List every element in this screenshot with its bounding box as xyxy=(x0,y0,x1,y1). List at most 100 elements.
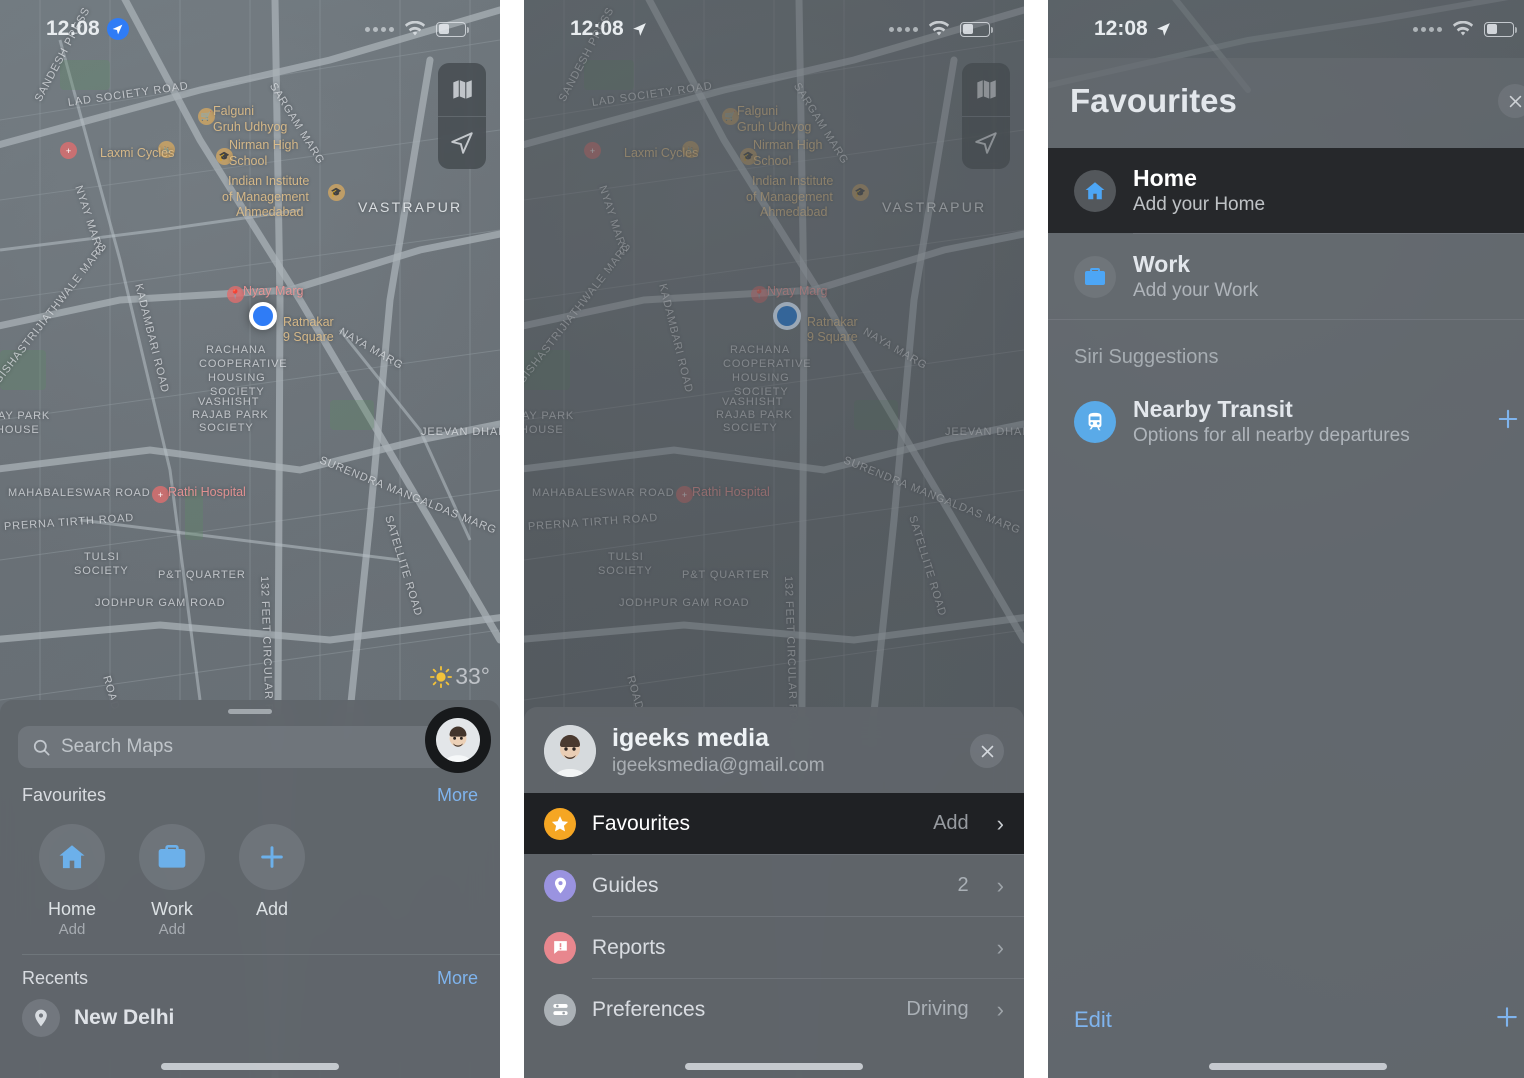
map-label: SURENDRA MANGALDAS MARG xyxy=(841,454,1023,537)
close-button[interactable] xyxy=(1498,84,1524,118)
favourites-title: Favourites xyxy=(22,785,107,805)
briefcase-icon xyxy=(1085,267,1105,285)
favourite-work-sub: Add xyxy=(158,921,186,938)
poi-marker-rathi-hospital-2: + xyxy=(676,486,693,503)
account-header: igeeks media igeeksmedia@gmail.com xyxy=(524,707,1024,793)
account-row-favourites[interactable]: Favourites Add › xyxy=(524,793,1024,854)
clock: 12:08 xyxy=(46,17,100,40)
poi-marker-shop[interactable]: 🛒 xyxy=(198,108,215,125)
account-row-reports[interactable]: Reports › xyxy=(524,917,1024,978)
poi-marker-nyay-marg[interactable]: 📍 xyxy=(227,286,244,303)
map-label: HOUSING xyxy=(732,372,790,384)
sheet-grabber[interactable] xyxy=(228,709,272,714)
guides-pin-icon xyxy=(544,869,576,902)
map-label: SATELLITE ROAD xyxy=(906,514,949,618)
map-label: VASHISHT xyxy=(722,396,784,408)
map-layers-button[interactable] xyxy=(438,63,486,116)
chevron-right-icon: › xyxy=(996,996,1004,1022)
user-location-dot xyxy=(249,302,277,330)
search-icon xyxy=(33,739,50,755)
map-label: School xyxy=(753,154,792,168)
map-label: JODHPUR GAM ROAD xyxy=(619,597,750,609)
recents-section-header: Recents More xyxy=(0,955,500,989)
favourite-add[interactable]: Add xyxy=(222,824,322,938)
status-right-3 xyxy=(1413,20,1517,38)
chevron-right-icon: › xyxy=(996,810,1004,836)
favourites-section-header: Favourites More xyxy=(0,768,500,806)
map-label: AY PARK xyxy=(524,410,575,422)
favourite-work[interactable]: Work Add xyxy=(122,824,222,938)
briefcase-icon xyxy=(158,845,186,868)
poi-marker-hospital-left[interactable]: + xyxy=(60,142,77,159)
map-label: of Management xyxy=(746,190,833,204)
locate-me-button-2 xyxy=(962,116,1010,169)
user-location-dot-2 xyxy=(773,302,801,330)
weather-badge[interactable]: 33° xyxy=(430,663,490,690)
poi-marker-institute-2: 🎓 xyxy=(852,184,869,201)
recents-more-button[interactable]: More xyxy=(437,968,478,989)
account-name: igeeks media xyxy=(612,724,770,753)
map-label: VASTRAPUR xyxy=(882,199,987,215)
add-favourite-button[interactable] xyxy=(1492,1002,1522,1038)
favourite-row-text: Work Add your Work xyxy=(1133,251,1258,301)
map-label: KADAMBARI ROAD xyxy=(656,282,695,395)
home-indicator-3[interactable] xyxy=(1209,1063,1387,1070)
status-right-2 xyxy=(889,20,993,38)
account-row-guides[interactable]: Guides 2 › xyxy=(524,855,1024,916)
map-label: MAHABALESWAR ROAD xyxy=(532,487,675,499)
avatar[interactable] xyxy=(544,725,596,777)
add-suggestion-button[interactable] xyxy=(1494,405,1522,438)
map-label: Rathi Hospital xyxy=(692,485,770,499)
panel-maps-home: 🛒 🎓 🎓 🚲 + 📍 + SANDESH PRESS LAD SOCIETY R… xyxy=(0,0,500,1078)
account-row-preferences[interactable]: Preferences Driving › xyxy=(524,979,1024,1040)
siri-row-sub: Options for all nearby departures xyxy=(1133,424,1410,446)
map-label: COOPERATIVE xyxy=(723,358,812,370)
status-right xyxy=(365,20,469,38)
map-label: SOCIETY xyxy=(723,422,778,434)
place-icon xyxy=(22,999,60,1037)
home-indicator-2[interactable] xyxy=(685,1063,863,1070)
favourite-row-text: Home Add your Home xyxy=(1133,165,1265,215)
siri-row-nearby-transit[interactable]: Nearby Transit Options for all nearby de… xyxy=(1048,379,1524,464)
signal-dots-icon xyxy=(1413,26,1442,32)
siri-row-name: Nearby Transit xyxy=(1133,396,1293,423)
edit-button[interactable]: Edit xyxy=(1074,1007,1112,1033)
favourite-row-sub: Add your Work xyxy=(1133,279,1259,301)
poi-marker-cycles[interactable]: 🚲 xyxy=(158,141,175,158)
favourite-home[interactable]: Home Add xyxy=(22,824,122,938)
poi-marker-shop-2: 🛒 xyxy=(722,108,739,125)
poi-marker-rathi-hospital[interactable]: + xyxy=(152,486,169,503)
home-icon xyxy=(1085,181,1105,199)
map-label: JEEVAN DHAM xyxy=(945,426,1024,438)
status-bar-3: 12:08 xyxy=(1048,0,1524,58)
poi-marker-school[interactable]: 🎓 xyxy=(216,148,233,165)
chevron-right-icon: › xyxy=(996,934,1004,960)
recent-item-new-delhi[interactable]: New Delhi xyxy=(0,989,500,1037)
map-label: LAD SOCIETY ROAD xyxy=(591,80,714,109)
avatar-memoji xyxy=(436,718,480,762)
map-label: ANGISHASTRIJIATHWALE MARG xyxy=(524,239,634,400)
search-input[interactable]: Search Maps xyxy=(18,726,482,768)
locate-me-icon xyxy=(975,132,997,154)
chevron-right-icon: › xyxy=(996,872,1004,898)
account-avatar-button[interactable] xyxy=(425,707,491,773)
home-indicator-1[interactable] xyxy=(161,1063,339,1070)
clock: 12:08 xyxy=(1094,17,1148,40)
close-button[interactable] xyxy=(970,734,1004,768)
star-icon xyxy=(544,807,576,840)
home-icon xyxy=(59,845,85,869)
favourite-row-home[interactable]: Home Add your Home xyxy=(1048,148,1524,233)
favourites-more-button[interactable]: More xyxy=(437,785,478,806)
battery-icon xyxy=(960,21,993,37)
poi-marker-institute[interactable]: 🎓 xyxy=(328,184,345,201)
map-controls[interactable] xyxy=(438,63,486,169)
map-label: Gruh Udhyog xyxy=(737,120,812,134)
map-label: Nyay Marg xyxy=(767,284,828,298)
status-bar-1: 12:08 xyxy=(0,0,500,58)
close-icon xyxy=(1509,95,1521,107)
favourite-row-work[interactable]: Work Add your Work xyxy=(1048,234,1524,319)
locate-me-button[interactable] xyxy=(438,116,486,169)
poi-marker-hospital-left-2: + xyxy=(584,142,601,159)
status-left: 12:08 xyxy=(46,17,129,41)
account-sheet: igeeks media igeeksmedia@gmail.com Favou… xyxy=(524,707,1024,1078)
